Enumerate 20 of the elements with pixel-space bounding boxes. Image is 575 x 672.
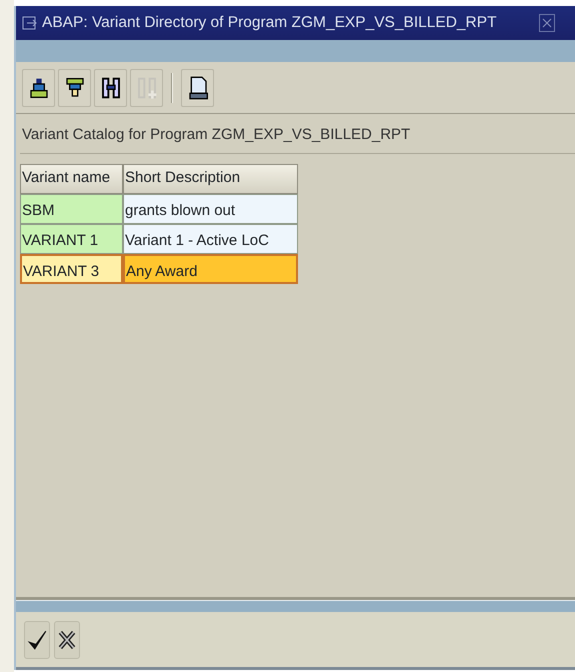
confirm-button[interactable] bbox=[24, 620, 50, 658]
close-button[interactable] bbox=[539, 14, 555, 32]
description-cell[interactable]: Any Award bbox=[123, 254, 298, 284]
variant-name-cell[interactable]: VARIANT 1 bbox=[20, 224, 123, 254]
column-header[interactable]: Variant name bbox=[20, 164, 123, 194]
toolbar-button[interactable] bbox=[94, 68, 127, 106]
catalog-label: Variant Catalog for Program ZGM_EXP_VS_BILLED_RPT bbox=[20, 114, 575, 154]
variant-name-cell[interactable]: VARIANT 3 bbox=[20, 254, 123, 284]
toolbar-button[interactable] bbox=[58, 68, 91, 106]
window-title: ABAP: Variant Directory of Program ZGM_EXP_VS_BILLED_RPT bbox=[42, 13, 497, 34]
cancel-button[interactable] bbox=[54, 620, 80, 658]
variant-name-cell[interactable]: SBM bbox=[20, 194, 123, 224]
description-cell[interactable]: grants blown out bbox=[123, 194, 298, 224]
column-header[interactable]: Short Description bbox=[123, 164, 298, 194]
description-cell[interactable]: Variant 1 - Active LoC bbox=[123, 224, 298, 254]
window-icon bbox=[22, 15, 38, 31]
cross-icon bbox=[57, 628, 77, 650]
toolbar-button[interactable] bbox=[22, 68, 55, 106]
toolbar-button[interactable] bbox=[181, 68, 214, 106]
check-icon bbox=[27, 628, 47, 650]
